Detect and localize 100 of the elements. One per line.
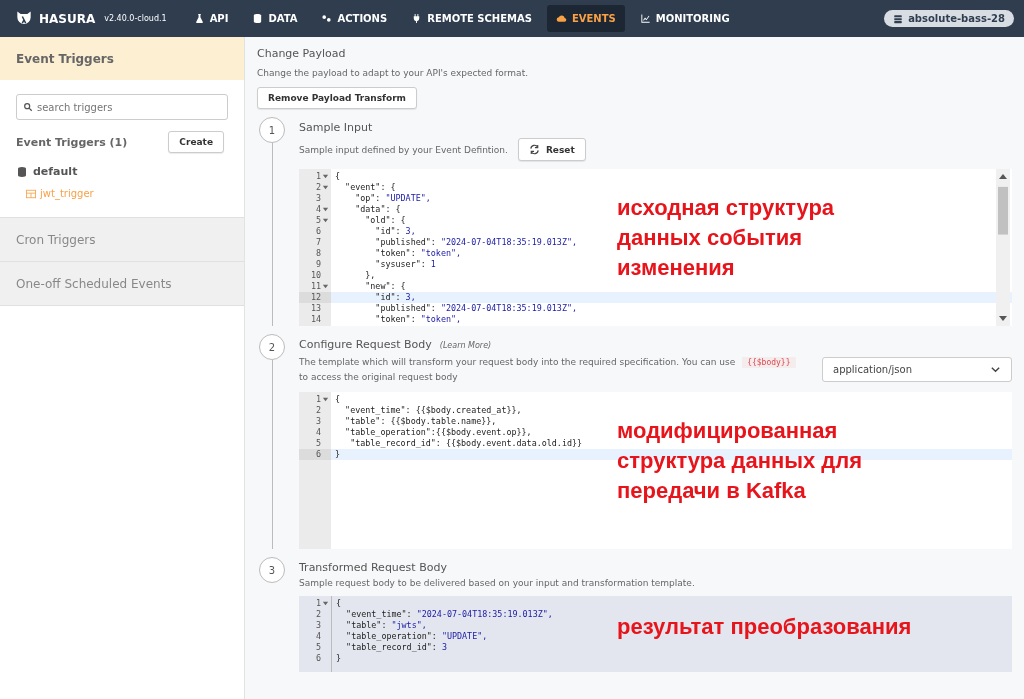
code-line: "event_time": "2024-07-04T18:35:19.013Z", bbox=[345, 609, 553, 619]
code-line: "event": { bbox=[344, 182, 396, 192]
create-button[interactable]: Create bbox=[168, 131, 224, 153]
chart-icon bbox=[639, 13, 651, 24]
search-field[interactable]: search triggers bbox=[16, 94, 228, 120]
code-line: "sysuser": 1 bbox=[374, 259, 436, 269]
remove-transform-button[interactable]: Remove Payload Transform bbox=[257, 87, 417, 109]
code-line: "token": "token", bbox=[374, 314, 462, 324]
code-line: "table": {{$body.table.name}}, bbox=[344, 416, 497, 426]
step-description: Sample request body to be delivered based on your input and transformation template. bbox=[299, 578, 695, 588]
code-editor[interactable] bbox=[299, 169, 1012, 326]
sidebar-section[interactable]: Event Triggers bbox=[0, 37, 244, 80]
code-line: "data": { bbox=[354, 204, 401, 214]
line-number: 5 bbox=[315, 215, 321, 226]
code-line: "token": "token", bbox=[374, 248, 462, 258]
line-number: 9 bbox=[315, 259, 321, 270]
step-title: Sample Input bbox=[299, 121, 373, 134]
page-subtitle: Change the payload to adapt to your API's expected format. bbox=[257, 68, 530, 78]
fold-arrow-icon[interactable] bbox=[322, 283, 329, 290]
code-line: { bbox=[335, 394, 341, 404]
code-line: }, bbox=[364, 270, 376, 280]
annotation-text: модифицированная структура данных для передачи в Kafka bbox=[617, 417, 864, 505]
code-line: "published": "2024-07-04T18:35:19.013Z", bbox=[374, 237, 578, 247]
page-title: Change Payload bbox=[257, 47, 347, 60]
code-line: "published": "2024-07-04T18:35:19.013Z", bbox=[374, 303, 578, 313]
line-number: 10 bbox=[310, 270, 321, 281]
line-number: 4 bbox=[315, 204, 321, 215]
line-number: 14 bbox=[310, 314, 321, 325]
code-line: "new": { bbox=[364, 281, 406, 291]
nav-tab[interactable]: EVENTS bbox=[546, 5, 625, 32]
nav-tab[interactable]: ACTIONS bbox=[312, 5, 397, 32]
step-title: Transformed Request Body bbox=[299, 561, 447, 574]
flask-icon bbox=[193, 13, 205, 24]
database-icon bbox=[16, 165, 28, 178]
project-badge[interactable]: absolute-bass-28 bbox=[884, 10, 1014, 27]
line-number: 11 bbox=[310, 281, 321, 292]
line-number: 6 bbox=[315, 449, 321, 460]
step-description: The template which will transform your request body into the required specification. You can use {{$body}} to access the original request body bbox=[299, 355, 809, 384]
code-line: "event_time": {{$body.created_at}}, bbox=[344, 405, 522, 415]
step-description: Sample input defined by your Event Defintion. bbox=[299, 144, 508, 155]
line-number: 7 bbox=[315, 237, 321, 248]
scrollbar[interactable] bbox=[996, 169, 1010, 326]
code-line: } bbox=[336, 653, 342, 663]
line-number: 2 bbox=[315, 405, 321, 416]
section-heading: Event Triggers (1) bbox=[16, 135, 128, 149]
line-number: 12 bbox=[310, 292, 321, 303]
line-number: 8 bbox=[315, 248, 321, 259]
line-number: 3 bbox=[315, 416, 321, 427]
reset-button[interactable]: Reset bbox=[517, 138, 586, 161]
version-label: v2.40.0-cloud.1 bbox=[104, 14, 167, 23]
step-number: 3 bbox=[259, 557, 285, 583]
nav-tab[interactable]: API bbox=[184, 5, 238, 32]
fold-arrow-icon[interactable] bbox=[322, 396, 329, 403]
step-title: Configure Request Body bbox=[299, 338, 432, 351]
cloud-icon bbox=[555, 13, 567, 24]
line-number: 4 bbox=[315, 631, 321, 642]
line-number: 5 bbox=[315, 642, 321, 653]
code-line: "id": 3, bbox=[374, 292, 416, 302]
code-line: { bbox=[336, 598, 342, 608]
line-number: 1 bbox=[315, 171, 321, 182]
database-icon bbox=[252, 13, 264, 24]
annotation-text: результат преобразования bbox=[617, 613, 913, 641]
content-type-select[interactable]: application/json bbox=[822, 357, 1012, 382]
line-number: 4 bbox=[315, 427, 321, 438]
server-icon bbox=[893, 13, 904, 24]
refresh-icon bbox=[528, 144, 540, 155]
fold-arrow-icon[interactable] bbox=[322, 600, 329, 607]
code-line: } bbox=[335, 449, 341, 459]
code-line: { bbox=[335, 171, 341, 181]
nav-tab[interactable]: MONITORING bbox=[630, 5, 739, 32]
code-line: "op": "UPDATE", bbox=[354, 193, 431, 203]
line-number: 6 bbox=[315, 653, 321, 664]
step-number: 2 bbox=[259, 334, 285, 360]
learn-more-link[interactable]: (Learn More) bbox=[439, 341, 492, 350]
line-number: 5 bbox=[315, 438, 321, 449]
code-editor[interactable] bbox=[299, 392, 1012, 549]
source-name: default bbox=[33, 165, 78, 178]
line-number: 3 bbox=[315, 193, 321, 204]
line-number: 6 bbox=[315, 226, 321, 237]
table-icon bbox=[26, 188, 36, 199]
line-number: 2 bbox=[315, 182, 321, 193]
code-line: "table_operation": "UPDATE", bbox=[345, 631, 488, 641]
line-number: 3 bbox=[315, 620, 321, 631]
line-number: 13 bbox=[310, 303, 321, 314]
nav-tab[interactable]: REMOTE SCHEMAS bbox=[402, 5, 541, 32]
code-line: "table_record_id": {{$body.event.data.old.id}} bbox=[349, 438, 583, 448]
code-line: "id": 3, bbox=[374, 226, 416, 236]
line-number: 1 bbox=[315, 394, 321, 405]
annotation-text: исходная структура данных события изменения bbox=[617, 194, 836, 282]
search-icon bbox=[23, 102, 33, 112]
line-number: 2 bbox=[315, 609, 321, 620]
code-editor[interactable]: 1 2 3 4 5 6 { "event_time": "2024-07-04T18:35:19.013Z", "table": "jwts", "table_operation": "UPDATE", "table_record_id": 3 } результат преобразования bbox=[299, 596, 1012, 672]
code-line: "table_record_id": 3 bbox=[345, 642, 447, 652]
chevron-down-icon bbox=[990, 364, 1001, 375]
brand-name: HASURA bbox=[39, 11, 96, 26]
code-line: "table_operation":{{$body.event.op}}, bbox=[344, 427, 532, 437]
line-number: 1 bbox=[315, 598, 321, 609]
nav-tab[interactable]: DATA bbox=[243, 5, 307, 32]
step-number: 1 bbox=[259, 117, 285, 143]
code-line: "table": "jwts", bbox=[345, 620, 427, 630]
